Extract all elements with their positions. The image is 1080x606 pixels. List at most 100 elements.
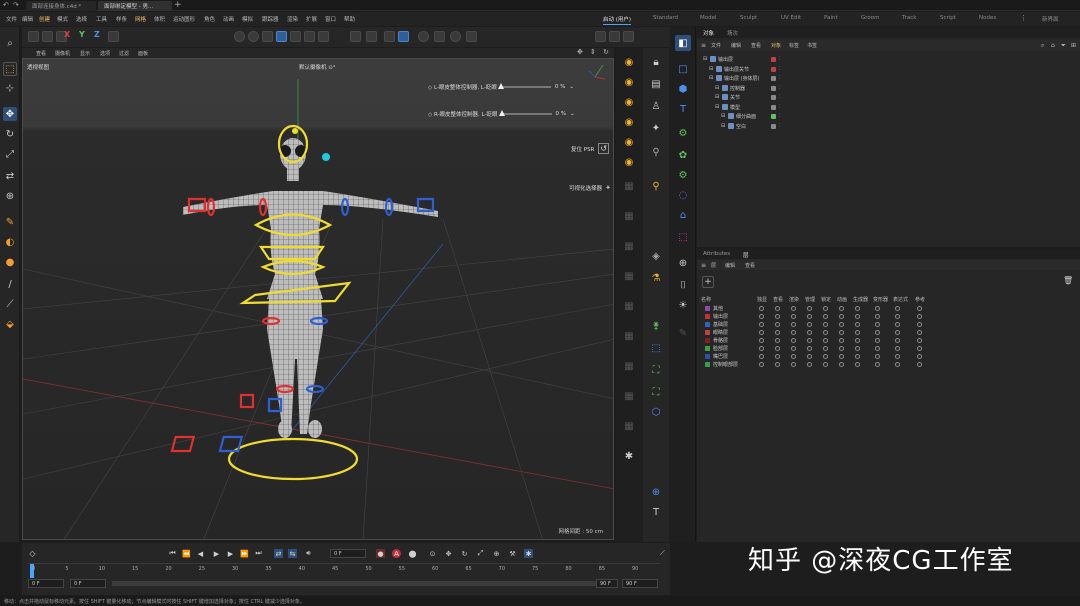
tab-takes[interactable]: 场次 <box>727 29 738 37</box>
layer-color-swatch[interactable] <box>705 346 710 351</box>
layer-row[interactable]: 其他 <box>697 305 1080 313</box>
layer-toggle-icon[interactable] <box>855 362 860 367</box>
layer-column-header[interactable]: 动画 <box>837 296 847 303</box>
brush-icon[interactable]: / <box>3 277 17 291</box>
polygons-mode-icon[interactable] <box>262 31 273 42</box>
layer-row[interactable]: 骨骼层 <box>697 337 1080 345</box>
object-tree-row[interactable]: ⊟ 输出层 (身体层) ⁚ <box>697 74 1080 83</box>
layer-toggle-icon[interactable] <box>775 314 780 319</box>
layer-toggle-icon[interactable] <box>895 346 900 351</box>
om-search-icon[interactable]: ⌕ <box>1041 42 1044 50</box>
layer-toggle-icon[interactable] <box>875 362 880 367</box>
record-icon[interactable]: ● <box>376 549 385 558</box>
menu-help[interactable]: 帮助 <box>344 15 355 23</box>
layer-color-tag[interactable] <box>771 123 776 129</box>
move-tool-icon[interactable]: ✥ <box>3 107 17 121</box>
object-tree-row[interactable]: ⊟ 输出层关节 ⁚ <box>697 65 1080 74</box>
layer-toggle-icon[interactable] <box>917 362 922 367</box>
expand-toggle-icon[interactable]: ⊟ <box>715 85 719 91</box>
new-layout-button[interactable]: 新界面 <box>1042 15 1059 23</box>
menu-mograph[interactable]: 运动图形 <box>173 15 195 23</box>
current-frame-field[interactable]: 0 F <box>330 549 366 558</box>
viewport-menu-display[interactable]: 显示 <box>80 50 90 57</box>
layer-column-header[interactable]: 参考 <box>915 296 925 303</box>
layer-toggle-icon[interactable] <box>807 346 812 351</box>
layer-toggle-icon[interactable] <box>759 338 764 343</box>
layer-color-swatch[interactable] <box>705 338 710 343</box>
layout-groom[interactable]: Groom <box>861 15 880 21</box>
layer-color-tag[interactable] <box>771 76 776 81</box>
undo-history-icon[interactable] <box>28 31 39 42</box>
viewport-menu-options[interactable]: 选项 <box>100 50 110 57</box>
expand-toggle-icon[interactable]: ⊟ <box>709 75 713 81</box>
menu-character[interactable]: 角色 <box>204 15 215 23</box>
layer-toggle-icon[interactable] <box>895 322 900 327</box>
layer-toggle-icon[interactable] <box>895 330 900 335</box>
layer-toggle-icon[interactable] <box>791 354 796 359</box>
blink-slider-right[interactable]: ◇ R-眼皮整体控制器. L-眨眼 0 % ⌄ <box>428 110 575 118</box>
layer-row[interactable]: 控制眼部层 <box>697 361 1080 369</box>
om-filter-icon[interactable]: ⏷ <box>1061 42 1066 50</box>
layer-toggle-icon[interactable] <box>917 322 922 327</box>
layer-column-header[interactable]: 生成器 <box>853 296 868 303</box>
visibility-dots-icon[interactable]: ⁚ <box>779 104 781 110</box>
light-orange-icon[interactable]: ◉ <box>621 74 637 90</box>
layer-menu-view[interactable]: 查看 <box>745 262 755 269</box>
object-tree-row[interactable]: ⊟ 模型 ⁚ <box>697 103 1080 112</box>
x-axis-icon[interactable]: X <box>64 30 75 41</box>
viewport-layout-2-icon[interactable] <box>609 31 620 42</box>
axis-tool-icon[interactable]: ⊕ <box>3 189 17 203</box>
layer-toggle-icon[interactable] <box>807 362 812 367</box>
layer-toggle-icon[interactable] <box>823 362 828 367</box>
volume-icon[interactable]: ⬚ <box>675 229 691 245</box>
layer-toggle-icon[interactable] <box>917 338 922 343</box>
fcurve-icon[interactable]: ⟋ <box>658 549 667 558</box>
om-menu-edit[interactable]: 编辑 <box>731 42 741 49</box>
layer-toggle-icon[interactable] <box>823 322 828 327</box>
layer-toggle-icon[interactable] <box>839 346 844 351</box>
null-orange-icon[interactable]: ◉ <box>621 94 637 110</box>
keyframe-selection-icon[interactable]: ⬤ <box>408 549 417 558</box>
layer-color-swatch[interactable] <box>705 322 710 327</box>
select-tool-icon[interactable]: ⬚ <box>3 62 17 76</box>
layer-color-tag[interactable] <box>771 66 776 72</box>
more-layouts-icon[interactable]: ⋮ <box>1020 14 1027 22</box>
workplane-icon[interactable] <box>398 31 409 42</box>
layer-toggle-icon[interactable] <box>917 346 922 351</box>
preview-start-field[interactable]: 0 F <box>70 579 106 588</box>
light-icon[interactable]: ☀ <box>675 297 691 313</box>
layer-toggle-icon[interactable] <box>875 314 880 319</box>
ik-icon[interactable]: ⚲ <box>648 178 664 194</box>
layer-toggle-icon[interactable] <box>895 338 900 343</box>
sound-icon[interactable]: 🔊︎ <box>304 549 313 558</box>
hexagon-icon[interactable]: ⬡ <box>648 404 664 420</box>
scale-key-icon[interactable]: ⤢ <box>476 549 485 558</box>
hair-icon[interactable]: ⚵ <box>648 318 664 334</box>
visibility-dots-icon[interactable]: ⁚ <box>779 85 781 91</box>
layer-toggle-icon[interactable] <box>839 338 844 343</box>
layer-color-swatch[interactable] <box>705 306 710 311</box>
menu-extensions[interactable]: 扩展 <box>306 15 317 23</box>
layer-toggle-icon[interactable] <box>823 346 828 351</box>
layer-toggle-icon[interactable] <box>775 346 780 351</box>
menu-spline[interactable]: 样条 <box>116 15 127 23</box>
tag-orange-icon[interactable]: ◉ <box>621 114 637 130</box>
layer-row[interactable]: 基础层 <box>697 321 1080 329</box>
visible-selector-icon[interactable]: ⚹ <box>606 183 610 192</box>
viewport-menu-cameras[interactable]: 摄像机 <box>55 50 70 57</box>
visibility-dots-icon[interactable]: ⁚ <box>779 66 781 72</box>
object-tree-row[interactable]: ⊟ 细分曲面 ⁚ <box>697 112 1080 121</box>
layer-menu-edit[interactable]: 编辑 <box>725 262 735 269</box>
menu-window[interactable]: 窗口 <box>325 15 336 23</box>
next-key-icon[interactable]: ⏩ <box>240 549 249 558</box>
y-axis-icon[interactable]: Y <box>79 30 90 41</box>
visible-selector[interactable]: 可视化选择器 ⚹ <box>569 183 610 192</box>
slider-dropdown-icon[interactable]: ⌄ <box>569 84 574 90</box>
layer-toggle-icon[interactable] <box>759 354 764 359</box>
visibility-dots-icon[interactable]: ⁚ <box>779 56 781 62</box>
target-icon[interactable]: ⊕ <box>648 484 664 500</box>
scale-tool-icon[interactable]: ⤢ <box>3 147 17 161</box>
preview-range-bar[interactable] <box>112 581 602 586</box>
expand-toggle-icon[interactable]: ⊟ <box>721 123 725 129</box>
layer-toggle-icon[interactable] <box>791 330 796 335</box>
